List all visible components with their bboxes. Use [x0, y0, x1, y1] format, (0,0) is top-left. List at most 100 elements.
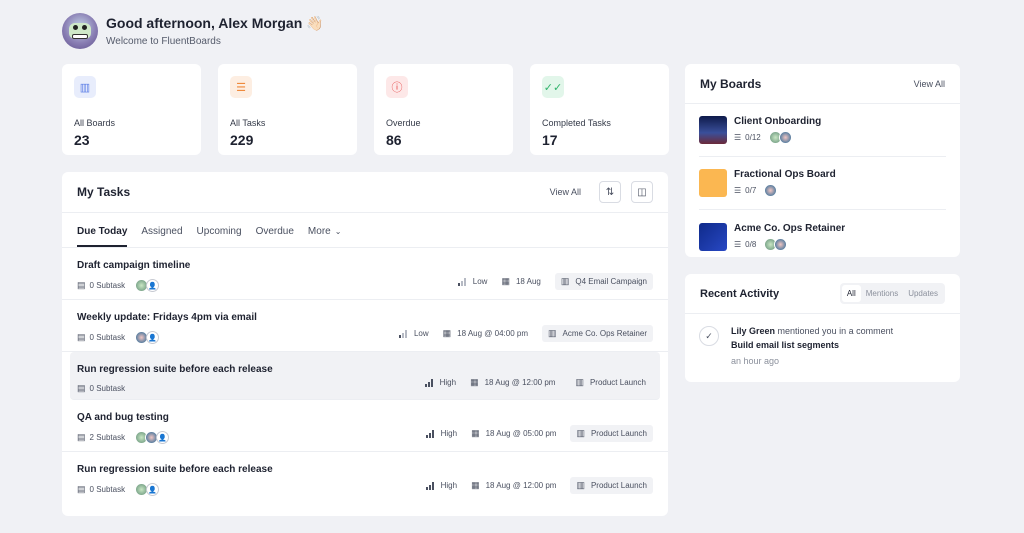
board-badge[interactable]: ▥ Product Launch [569, 374, 652, 391]
stat-card-all-tasks[interactable]: ☰ All Tasks 229 [218, 64, 357, 155]
board-badge[interactable]: ▥ Q4 Email Campaign [554, 273, 653, 290]
filter-mentions[interactable]: Mentions [861, 285, 903, 302]
page-header: Good afternoon, Alex Morgan 👋🏻 Welcome t… [62, 12, 324, 50]
subtask-icon: ▤ [77, 383, 86, 393]
stat-card-overdue[interactable]: ⓘ Overdue 86 [374, 64, 513, 155]
layout-toggle-button[interactable]: ◫ [631, 181, 653, 203]
add-assignee-icon[interactable]: 👤 [156, 431, 170, 444]
recent-activity-panel: Recent Activity All Mentions Updates ✓ L… [685, 274, 960, 382]
activity-action: mentioned you in a comment [777, 326, 894, 336]
subtask-icon: ▤ [77, 332, 86, 342]
subtask-icon: ▤ [77, 432, 86, 442]
calendar-icon: ▦ [442, 328, 452, 338]
my-tasks-panel: My Tasks View All ⇅ ◫ Due Today Assigned… [62, 172, 668, 516]
task-row[interactable]: QA and bug testing ▤ 2 Subtask 👤 High ▦ 1… [62, 400, 668, 452]
boards-view-all-link[interactable]: View All [914, 79, 945, 89]
greeting-title: Good afternoon, Alex Morgan 👋🏻 [106, 14, 324, 31]
sort-button[interactable]: ⇅ [599, 181, 621, 203]
board-item[interactable]: Fractional Ops Board ☰ 0/7 [699, 157, 946, 210]
stat-label: All Boards [74, 118, 116, 128]
stat-value: 229 [230, 132, 254, 148]
boards-icon: ▥ [74, 76, 96, 98]
alert-circle-icon: ⓘ [386, 76, 408, 98]
stat-card-all-boards[interactable]: ▥ All Boards 23 [62, 64, 201, 155]
tasks-list-icon: ☰ [734, 133, 742, 142]
activity-filter: All Mentions Updates [839, 283, 945, 304]
due-date: 18 Aug @ 12:00 pm [485, 481, 557, 490]
recent-activity-title: Recent Activity [700, 287, 780, 300]
task-title[interactable]: Run regression suite before each release [77, 364, 273, 375]
board-badge[interactable]: ▥ Acme Co. Ops Retainer [542, 325, 653, 342]
board-task-count: 0/12 [745, 133, 761, 142]
add-assignee-icon[interactable]: 👤 [146, 331, 160, 344]
sort-icon: ⇅ [605, 186, 615, 198]
board-badge[interactable]: ▥ Product Launch [570, 477, 653, 494]
avatar[interactable] [62, 13, 98, 49]
stat-card-completed[interactable]: ✓✓ Completed Tasks 17 [530, 64, 669, 155]
task-row[interactable]: Draft campaign timeline ▤ 0 Subtask 👤 Lo… [62, 248, 668, 300]
board-name: Acme Co. Ops Retainer [734, 222, 846, 234]
stat-label: Overdue [386, 118, 421, 128]
task-title[interactable]: Run regression suite before each release [77, 464, 273, 475]
tasks-view-all-link[interactable]: View All [550, 187, 581, 197]
my-boards-panel: My Boards View All Client Onboarding ☰ 0/… [685, 64, 960, 257]
member-avatar [774, 237, 788, 251]
activity-item[interactable]: ✓ Lily Green mentioned you in a comment … [685, 314, 960, 366]
subtask-count: 0 Subtask [89, 333, 126, 342]
calendar-icon: ▦ [470, 377, 479, 387]
priority-icon [425, 429, 435, 438]
board-item[interactable]: Acme Co. Ops Retainer ☰ 0/8 [699, 210, 946, 263]
task-title[interactable]: QA and bug testing [77, 412, 169, 423]
board-name: Fractional Ops Board [734, 169, 836, 180]
tab-upcoming[interactable]: Upcoming [197, 226, 242, 247]
tab-due-today[interactable]: Due Today [77, 226, 128, 247]
tab-more[interactable]: More ⌄ [308, 226, 342, 247]
board-name: Acme Co. Ops Retainer [562, 329, 647, 338]
tab-more-label: More [307, 226, 331, 237]
calendar-icon: ▦ [471, 480, 480, 490]
priority-label: Low [472, 277, 488, 286]
task-row[interactable]: Run regression suite before each release… [70, 352, 660, 400]
board-item[interactable]: Client Onboarding ☰ 0/12 [699, 104, 946, 157]
my-tasks-title: My Tasks [77, 185, 131, 199]
add-assignee-icon[interactable]: 👤 [146, 483, 160, 496]
board-name: Product Launch [590, 481, 647, 490]
priority-label: High [439, 378, 457, 387]
task-row[interactable]: Weekly update: Fridays 4pm via email ▤ 0… [62, 300, 668, 352]
priority-icon [424, 378, 434, 387]
board-thumbnail [699, 222, 727, 251]
board-badge[interactable]: ▥ Product Launch [570, 425, 653, 442]
double-check-icon: ✓✓ [542, 76, 564, 98]
subtask-icon: ▤ [77, 280, 86, 290]
tab-overdue[interactable]: Overdue [256, 226, 294, 247]
board-thumbnail [699, 169, 727, 197]
member-avatar [778, 131, 792, 144]
add-assignee-icon[interactable]: 👤 [146, 279, 160, 292]
board-name: Client Onboarding [734, 116, 822, 127]
filter-all[interactable]: All [841, 285, 861, 302]
task-title[interactable]: Draft campaign timeline [77, 260, 190, 271]
tasks-list-icon: ☰ [734, 239, 742, 249]
filter-updates[interactable]: Updates [903, 285, 943, 302]
priority-icon [457, 277, 467, 286]
activity-actor[interactable]: Lily Green [731, 326, 775, 336]
board-thumbnail [699, 116, 727, 144]
board-task-count: 0/7 [745, 186, 757, 195]
board-icon: ▥ [548, 328, 557, 338]
task-row[interactable]: Run regression suite before each release… [62, 452, 668, 504]
calendar-icon: ▦ [501, 276, 510, 286]
board-icon: ▥ [576, 480, 585, 490]
chevron-down-icon: ⌄ [334, 227, 342, 236]
activity-target[interactable]: Build email list segments [731, 338, 945, 352]
subtask-icon: ▤ [77, 484, 86, 494]
tab-assigned[interactable]: Assigned [141, 226, 182, 247]
due-date: 18 Aug @ 05:00 pm [485, 429, 557, 438]
board-name: Product Launch [589, 378, 646, 387]
board-name: Product Launch [590, 429, 647, 438]
task-title[interactable]: Weekly update: Fridays 4pm via email [77, 312, 257, 323]
subtask-count: 0 Subtask [89, 485, 126, 494]
task-tabs: Due Today Assigned Upcoming Overdue More… [62, 213, 668, 248]
stat-label: Completed Tasks [542, 118, 611, 128]
tasks-list-icon: ☰ [734, 186, 742, 195]
stat-value: 23 [74, 132, 90, 148]
